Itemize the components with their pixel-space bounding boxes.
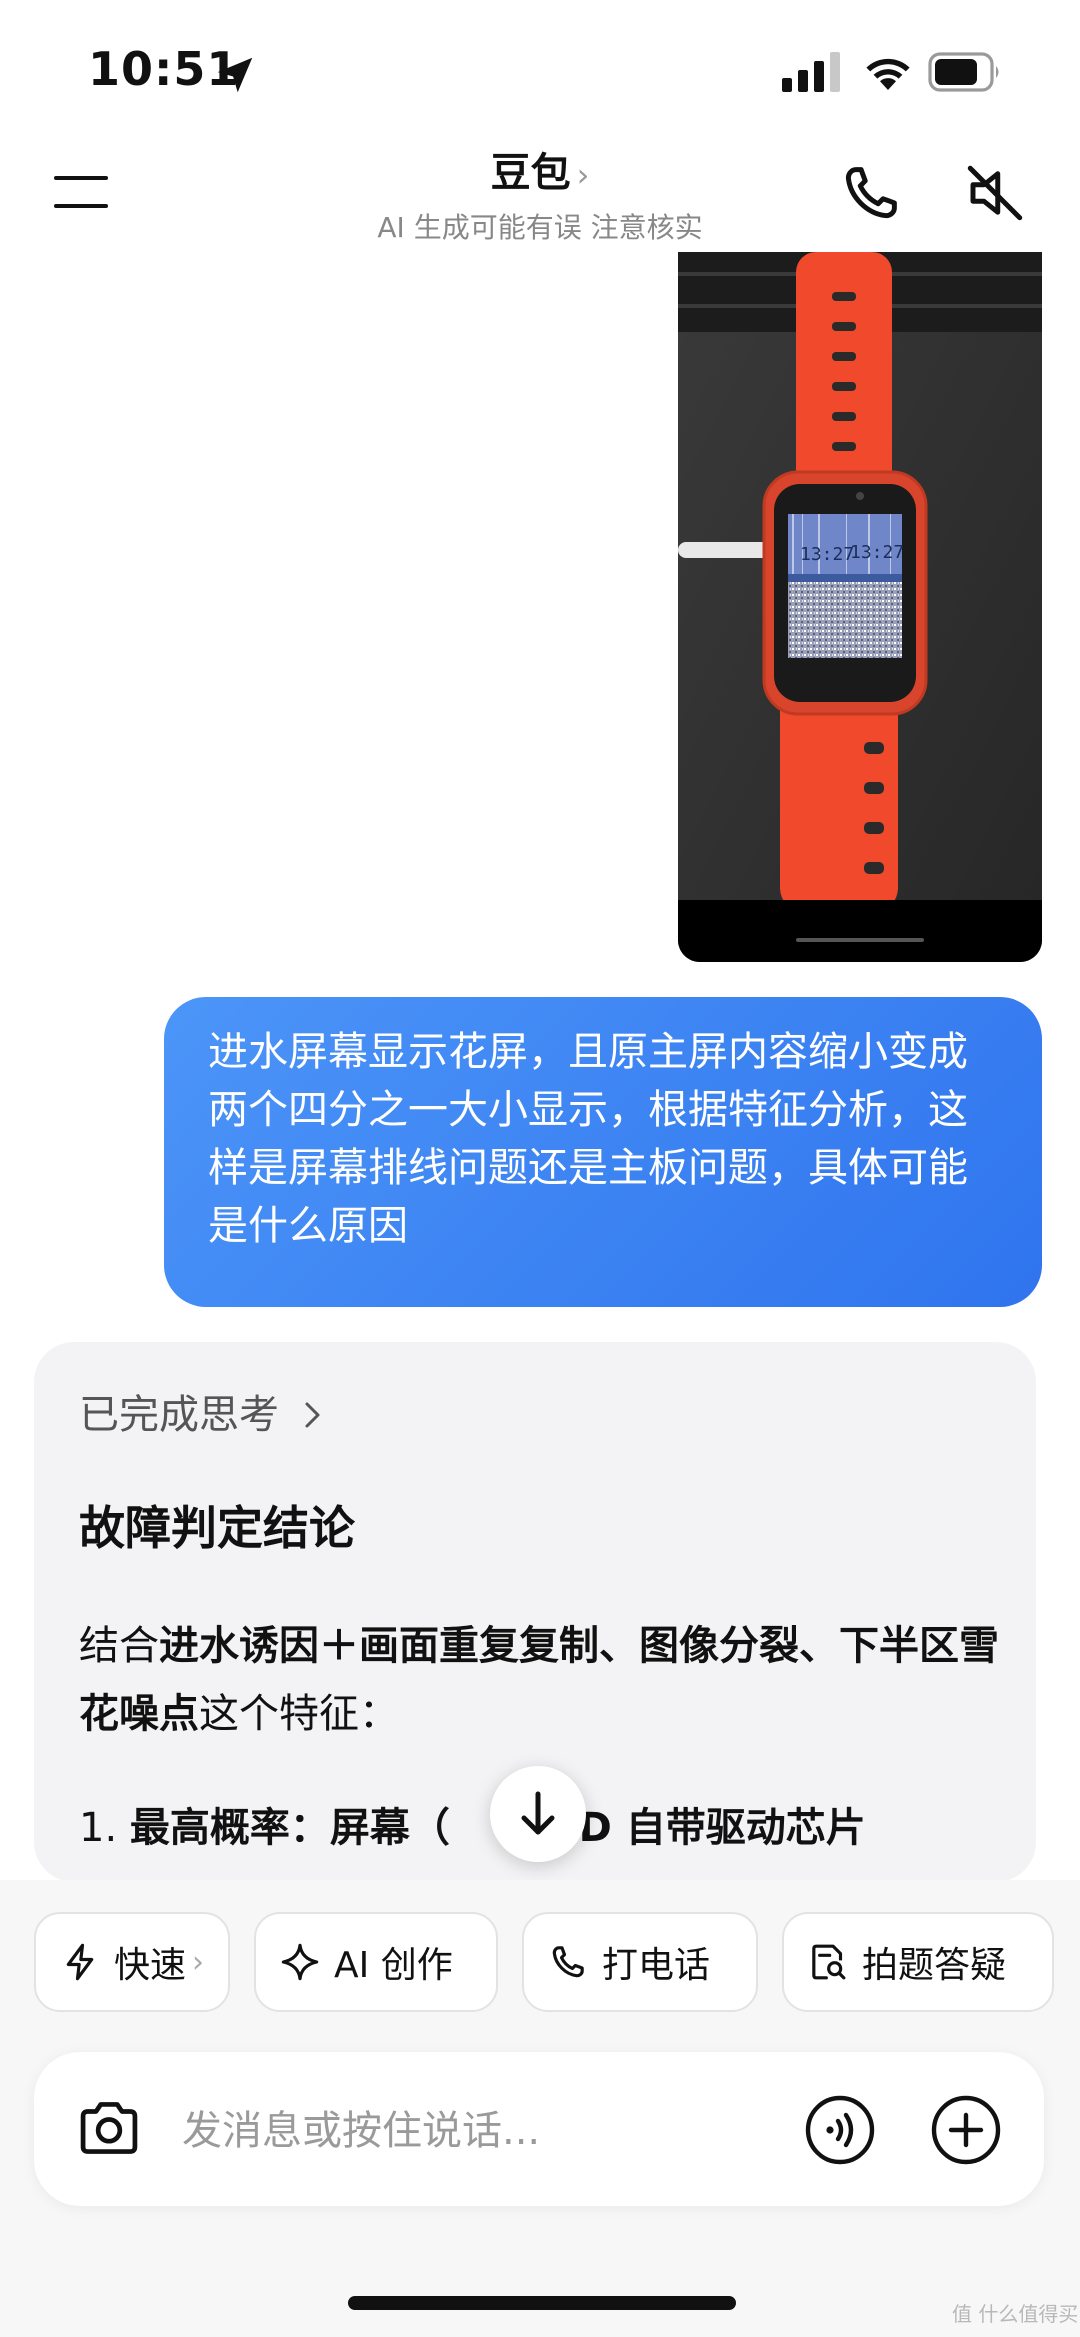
message-input-bar[interactable]: 发消息或按住说话... bbox=[34, 2052, 1044, 2206]
chip-phone-call[interactable]: 打电话 bbox=[522, 1912, 758, 2012]
voice-input-icon[interactable] bbox=[804, 2094, 876, 2166]
speaker-muted-icon[interactable] bbox=[962, 160, 1028, 226]
chat-title-block[interactable]: 豆包 › AI 生成可能有误 注意核实 bbox=[300, 140, 780, 246]
chip-label-fast: 快速 bbox=[114, 1945, 187, 1986]
chevron-right-icon: › bbox=[192, 1944, 205, 1980]
wifi-icon bbox=[866, 58, 910, 90]
battery-icon bbox=[928, 52, 999, 92]
menu-icon[interactable] bbox=[50, 168, 116, 218]
watermark: 值 什么值得买 bbox=[952, 2302, 1079, 2326]
watch-time-right: 13:27 bbox=[850, 542, 904, 563]
phone-icon bbox=[552, 1946, 584, 1978]
thinking-label: 已完成思考 bbox=[79, 1392, 279, 1438]
camera-icon[interactable] bbox=[76, 2098, 142, 2158]
para-suffix: 这个特征： bbox=[199, 1691, 399, 1737]
list-number: 1. bbox=[79, 1805, 118, 1851]
location-arrow-icon bbox=[217, 57, 253, 93]
scroll-to-bottom-button[interactable] bbox=[490, 1766, 586, 1862]
chevron-right-icon bbox=[289, 1392, 324, 1438]
title-chevron-icon: › bbox=[576, 156, 590, 194]
chip-label-photo: 拍题答疑 bbox=[862, 1945, 1007, 1986]
chip-fast-mode[interactable]: 快速 › bbox=[34, 1912, 230, 2012]
chip-label-call: 打电话 bbox=[602, 1945, 711, 1986]
sparkle-icon bbox=[281, 1943, 319, 1981]
message-input[interactable]: 发消息或按住说话... bbox=[182, 2098, 540, 2156]
arrow-down-icon bbox=[521, 1791, 555, 1835]
sent-photo-message[interactable]: 13:27 13:27 bbox=[678, 252, 1042, 962]
thinking-toggle[interactable]: 已完成思考 bbox=[79, 1382, 324, 1440]
response-heading: 故障判定结论 bbox=[79, 1501, 355, 1555]
para-prefix: 结合 bbox=[79, 1623, 159, 1669]
watch-time-left: 13:27 bbox=[800, 544, 854, 565]
cellular-signal-icon bbox=[782, 52, 840, 92]
chip-label-ai: AI 创作 bbox=[334, 1945, 453, 1986]
chat-header: 豆包 › AI 生成可能有误 注意核实 bbox=[0, 130, 1080, 250]
home-indicator[interactable] bbox=[348, 2296, 736, 2310]
ai-disclaimer: AI 生成可能有误 注意核实 bbox=[377, 211, 703, 244]
plus-icon[interactable] bbox=[930, 2094, 1002, 2166]
chat-title[interactable]: 豆包 bbox=[491, 150, 571, 196]
response-paragraph: 结合进水诱因＋画面重复复制、图像分裂、下半区雪花噪点这个特征： bbox=[79, 1612, 999, 1748]
phone-call-icon[interactable] bbox=[838, 160, 904, 226]
watch-photo: 13:27 13:27 bbox=[678, 252, 1042, 962]
chip-ai-creation[interactable]: AI 创作 bbox=[254, 1912, 498, 2012]
status-bar: 10:51 bbox=[0, 0, 1080, 130]
chip-photo-question[interactable]: 拍题答疑 bbox=[782, 1912, 1054, 2012]
lightning-icon bbox=[66, 1943, 94, 1981]
user-message-bubble[interactable]: 进水屏幕显示花屏，且原主屏内容缩小变成两个四分之一大小显示，根据特征分析，这样是… bbox=[164, 997, 1042, 1307]
scan-question-icon bbox=[812, 1944, 846, 1980]
list-bold: 最高概率：屏幕（ bbox=[129, 1805, 450, 1851]
